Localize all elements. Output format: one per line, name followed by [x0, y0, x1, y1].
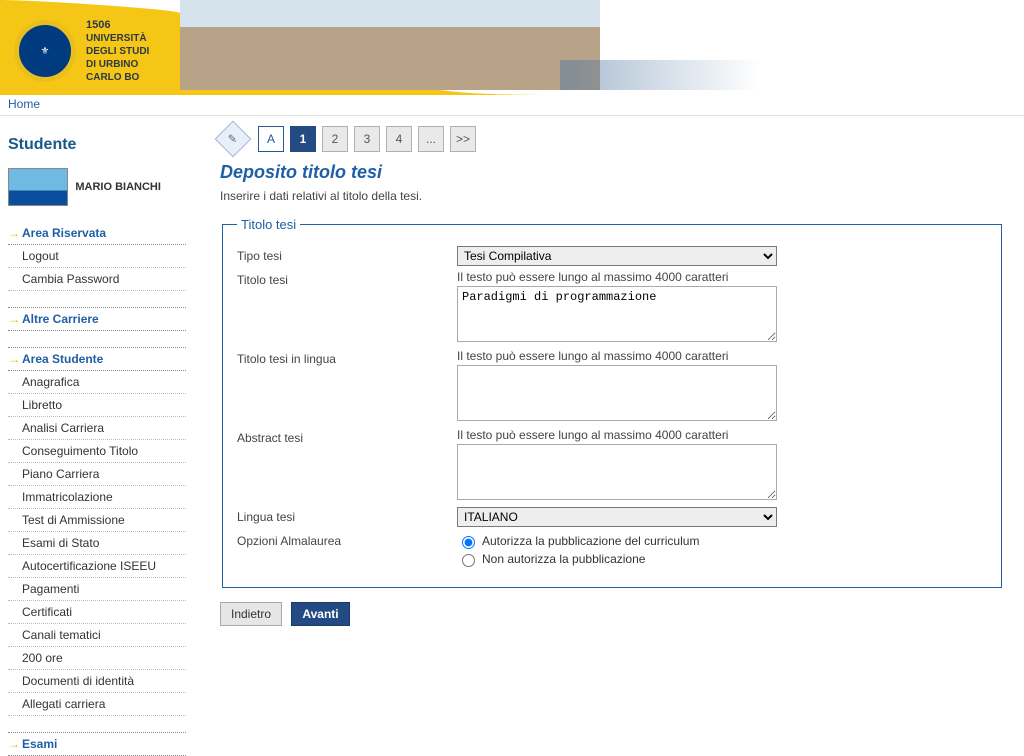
logo-line-1: UNIVERSITÀ: [86, 32, 149, 45]
sidebar-item-conseguimento-titolo[interactable]: Conseguimento Titolo: [8, 440, 186, 463]
sidebar-group-esami[interactable]: Esami: [8, 732, 186, 756]
form-buttons: Indietro Avanti: [220, 602, 1004, 626]
sidebar-item-esami-di-stato[interactable]: Esami di Stato: [8, 532, 186, 555]
abstract-hint: Il testo può essere lungo al massimo 400…: [457, 428, 987, 442]
abstract-label: Abstract tesi: [237, 428, 457, 445]
titolo-lingua-label: Titolo tesi in lingua: [237, 349, 457, 366]
tipo-tesi-select[interactable]: Tesi Compilativa: [457, 246, 777, 266]
student-name: MARIO BIANCHI: [75, 181, 161, 193]
alma-label: Opzioni Almalaurea: [237, 531, 457, 548]
top-tabs: Home: [0, 95, 1024, 116]
main-content: ✎ A1234...>> Deposito titolo tesi Inseri…: [200, 116, 1024, 646]
sidebar-group-altre-carriere[interactable]: Altre Carriere: [8, 307, 186, 331]
logo-line-3: DI URBINO: [86, 58, 149, 71]
wizard-step-[interactable]: ...: [418, 126, 444, 152]
sidebar-title: Studente: [8, 136, 186, 154]
sidebar-item-piano-carriera[interactable]: Piano Carriera: [8, 463, 186, 486]
titolo-tesi-fieldset: Titolo tesi Tipo tesi Tesi Compilativa T…: [222, 217, 1002, 588]
sidebar: Studente MARIO BIANCHI Area RiservataLog…: [0, 116, 186, 756]
logo-block: ⚜ 1506 UNIVERSITÀ DEGLI STUDI DI URBINO …: [14, 18, 149, 84]
titolo-tesi-hint: Il testo può essere lungo al massimo 400…: [457, 270, 987, 284]
student-photo: [8, 168, 68, 206]
banner-fade: [560, 60, 760, 90]
sidebar-item-libretto[interactable]: Libretto: [8, 394, 186, 417]
logo-year: 1506: [86, 18, 149, 32]
tipo-tesi-label: Tipo tesi: [237, 246, 457, 263]
wizard-steps: ✎ A1234...>>: [220, 126, 1004, 152]
titolo-tesi-textarea[interactable]: [457, 286, 777, 342]
tab-home[interactable]: Home: [8, 97, 40, 111]
abstract-textarea[interactable]: [457, 444, 777, 500]
logo-text: 1506 UNIVERSITÀ DEGLI STUDI DI URBINO CA…: [86, 18, 149, 84]
wizard-step-2[interactable]: 2: [322, 126, 348, 152]
sidebar-item-logout[interactable]: Logout: [8, 245, 186, 268]
sidebar-item-canali-tematici[interactable]: Canali tematici: [8, 624, 186, 647]
wizard-step-3[interactable]: 3: [354, 126, 380, 152]
alma-radio-deny-label[interactable]: Non autorizza la pubblicazione: [482, 552, 645, 566]
alma-radio-authorize[interactable]: [462, 536, 475, 549]
alma-radio-deny[interactable]: [462, 554, 475, 567]
sidebar-item-allegati-carriera[interactable]: Allegati carriera: [8, 693, 186, 716]
sidebar-item-pagamenti[interactable]: Pagamenti: [8, 578, 186, 601]
banner-castle-image: [180, 0, 600, 90]
sidebar-item-cambia-password[interactable]: Cambia Password: [8, 268, 186, 291]
alma-radio-authorize-label[interactable]: Autorizza la pubblicazione del curriculu…: [482, 534, 699, 548]
logo-line-2: DEGLI STUDI: [86, 45, 149, 58]
sidebar-item-analisi-carriera[interactable]: Analisi Carriera: [8, 417, 186, 440]
titolo-tesi-label: Titolo tesi: [237, 270, 457, 287]
sidebar-item-immatricolazione[interactable]: Immatricolazione: [8, 486, 186, 509]
sidebar-group-area-studente[interactable]: Area Studente: [8, 347, 186, 371]
sidebar-group-area-riservata[interactable]: Area Riservata: [8, 222, 186, 245]
back-button[interactable]: Indietro: [220, 602, 282, 626]
wizard-step-1[interactable]: 1: [290, 126, 316, 152]
forward-button[interactable]: Avanti: [291, 602, 349, 626]
wizard-step-4[interactable]: 4: [386, 126, 412, 152]
header-banner: ⚜ 1506 UNIVERSITÀ DEGLI STUDI DI URBINO …: [0, 0, 1024, 95]
page-title: Deposito titolo tesi: [220, 162, 1004, 183]
sidebar-item-autocertificazione-iseeu[interactable]: Autocertificazione ISEEU: [8, 555, 186, 578]
page-description: Inserire i dati relativi al titolo della…: [220, 189, 1004, 203]
sidebar-item-documenti-di-identità[interactable]: Documenti di identità: [8, 670, 186, 693]
sidebar-item-certificati[interactable]: Certificati: [8, 601, 186, 624]
wizard-icon: ✎: [215, 121, 252, 158]
sidebar-item-200-ore[interactable]: 200 ore: [8, 647, 186, 670]
lingua-label: Lingua tesi: [237, 507, 457, 524]
fieldset-legend: Titolo tesi: [237, 217, 300, 232]
wizard-step-A[interactable]: A: [258, 126, 284, 152]
sidebar-item-test-di-ammissione[interactable]: Test di Ammissione: [8, 509, 186, 532]
titolo-lingua-hint: Il testo può essere lungo al massimo 400…: [457, 349, 987, 363]
university-seal-icon: ⚜: [14, 20, 76, 82]
titolo-lingua-textarea[interactable]: [457, 365, 777, 421]
wizard-step-[interactable]: >>: [450, 126, 476, 152]
logo-line-4: CARLO BO: [86, 71, 149, 84]
student-card: MARIO BIANCHI: [8, 168, 186, 206]
lingua-select[interactable]: ITALIANO: [457, 507, 777, 527]
sidebar-item-anagrafica[interactable]: Anagrafica: [8, 371, 186, 394]
